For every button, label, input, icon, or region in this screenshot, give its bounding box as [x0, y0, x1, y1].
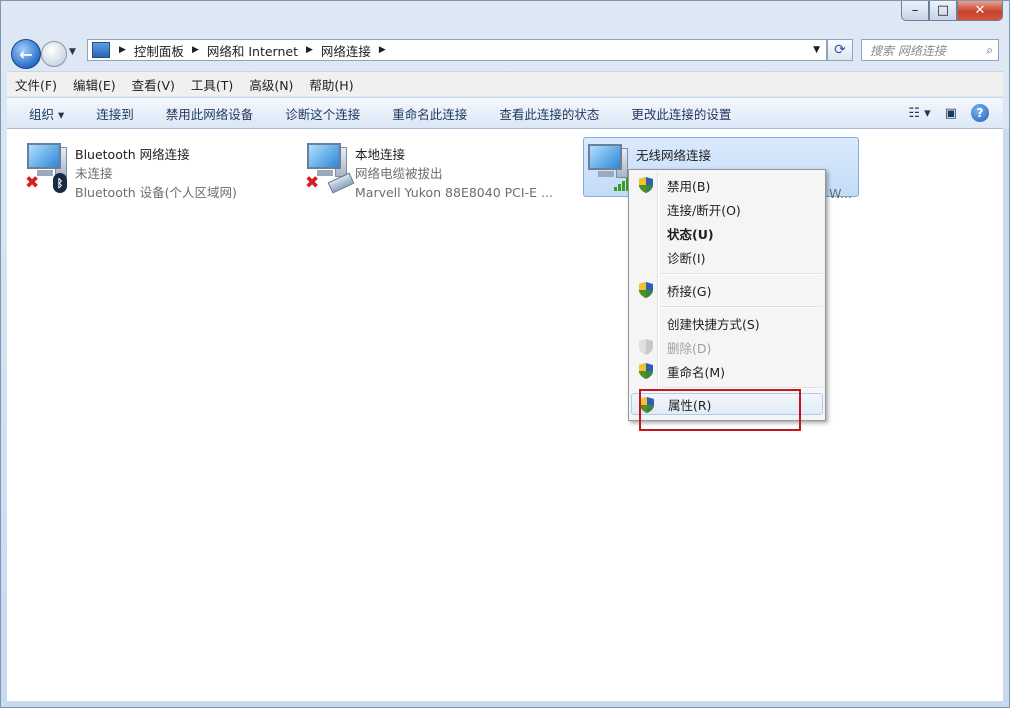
menu-item-rename[interactable]: 重命名(M) — [631, 360, 823, 382]
preview-pane-icon[interactable]: ▣ — [945, 106, 957, 121]
back-button[interactable]: ← — [11, 39, 41, 69]
disconnected-x-icon: ✖ — [305, 173, 320, 193]
search-placeholder: 搜索 网络连接 — [870, 43, 946, 58]
menu-item-label: 禁用(B) — [667, 178, 711, 194]
rename-button[interactable]: 重命名此连接 — [376, 104, 483, 123]
menu-bar: 文件(F) 编辑(E) 查看(V) 工具(T) 高级(N) 帮助(H) — [7, 71, 1003, 96]
connection-device: W... — [829, 186, 852, 201]
chevron-right-icon[interactable]: ▶ — [379, 45, 386, 55]
highlight-annotation-box — [639, 389, 801, 431]
menu-item-bridge[interactable]: 桥接(G) — [631, 279, 823, 301]
close-icon: ✕ — [974, 3, 986, 18]
change-settings-button[interactable]: 更改此连接的设置 — [615, 104, 747, 123]
refresh-button[interactable]: ⟳ — [827, 39, 853, 61]
maximize-button[interactable]: □ — [929, 1, 957, 21]
menu-item-label: 诊断(I) — [667, 250, 706, 266]
close-button[interactable]: ✕ — [957, 1, 1003, 21]
menu-separator — [661, 306, 822, 308]
control-panel-icon — [92, 42, 110, 58]
address-row: ← ▼ ▶ 控制面板 ▶ 网络和 Internet ▶ 网络连接 ▶ ▼ ⟳ 搜… — [1, 37, 1009, 69]
recent-pages-dropdown[interactable]: ▼ — [69, 47, 76, 57]
window-bottom-frame — [1, 701, 1009, 707]
menu-item-label: 状态(U) — [667, 226, 714, 242]
connection-bluetooth[interactable]: ✖ ᛒ Bluetooth 网络连接 未连接 Bluetooth 设备(个人区域… — [23, 137, 293, 200]
uac-shield-icon — [639, 339, 653, 355]
menu-item-status[interactable]: 状态(U) — [631, 222, 823, 244]
minimize-button[interactable]: – — [901, 1, 929, 21]
command-bar: 组织 ▾ 连接到 禁用此网络设备 诊断这个连接 重命名此连接 查看此连接的状态 … — [7, 97, 1003, 129]
menu-view[interactable]: 查看(V) — [124, 75, 183, 94]
menu-item-delete: 删除(D) — [631, 336, 823, 358]
window-controls: – □ ✕ — [901, 1, 1003, 21]
connection-name: 无线网络连接 — [636, 148, 712, 163]
menu-item-label: 删除(D) — [667, 340, 712, 356]
menu-item-label: 连接/断开(O) — [667, 202, 741, 218]
diagnose-button[interactable]: 诊断这个连接 — [269, 104, 376, 123]
context-menu: 禁用(B) 连接/断开(O) 状态(U) 诊断(I) 桥接(G) 创建快捷方式(… — [628, 169, 826, 421]
menu-separator — [661, 273, 822, 275]
explorer-window: – □ ✕ ← ▼ ▶ 控制面板 ▶ 网络和 Internet ▶ 网络连接 ▶… — [0, 0, 1010, 708]
menu-item-create-shortcut[interactable]: 创建快捷方式(S) — [631, 312, 823, 334]
connection-name: 本地连接 — [355, 147, 406, 162]
breadcrumb-control-panel[interactable]: 控制面板 — [134, 41, 184, 60]
address-bar[interactable]: ▶ 控制面板 ▶ 网络和 Internet ▶ 网络连接 ▶ ▼ — [87, 39, 827, 61]
arrow-left-icon: ← — [19, 44, 33, 64]
search-input[interactable]: 搜索 网络连接 ⌕ — [861, 39, 999, 61]
window-right-frame — [1003, 129, 1009, 701]
menu-advanced[interactable]: 高级(N) — [241, 75, 301, 94]
search-icon[interactable]: ⌕ — [986, 43, 993, 58]
command-bar-right: ☷ ▾ ▣ ? — [908, 104, 989, 122]
maximize-icon: □ — [936, 3, 950, 18]
chevron-right-icon[interactable]: ▶ — [192, 45, 199, 55]
menu-item-diagnose[interactable]: 诊断(I) — [631, 246, 823, 268]
connection-device: Marvell Yukon 88E8040 PCI-E ... — [355, 185, 553, 200]
menu-item-label: 重命名(M) — [667, 364, 726, 380]
chevron-right-icon[interactable]: ▶ — [306, 45, 313, 55]
address-dropdown-icon[interactable]: ▼ — [813, 45, 820, 55]
wifi-signal-icon — [614, 178, 629, 191]
uac-shield-icon — [639, 282, 653, 298]
chevron-right-icon[interactable]: ▶ — [119, 45, 126, 55]
connection-name: Bluetooth 网络连接 — [75, 147, 190, 162]
connection-status: 未连接 — [75, 166, 113, 181]
menu-item-label: 创建快捷方式(S) — [667, 316, 760, 332]
network-computer-icon: ✖ — [303, 137, 355, 195]
menu-help[interactable]: 帮助(H) — [301, 75, 361, 94]
organize-button[interactable]: 组织 ▾ — [7, 104, 80, 123]
minimize-icon: – — [911, 3, 919, 18]
connect-to-button[interactable]: 连接到 — [80, 104, 150, 123]
uac-shield-icon — [639, 177, 653, 193]
view-status-button[interactable]: 查看此连接的状态 — [483, 104, 615, 123]
connection-status: 网络电缆被拔出 — [355, 166, 443, 181]
menu-item-connect-disconnect[interactable]: 连接/断开(O) — [631, 198, 823, 220]
menu-file[interactable]: 文件(F) — [7, 75, 65, 94]
forward-button[interactable] — [41, 41, 67, 67]
connection-device: Bluetooth 设备(个人区域网) — [75, 185, 237, 200]
disconnected-x-icon: ✖ — [25, 173, 40, 193]
disable-device-button[interactable]: 禁用此网络设备 — [150, 104, 270, 123]
uac-shield-icon — [639, 363, 653, 379]
menu-item-disable[interactable]: 禁用(B) — [631, 174, 823, 196]
help-icon[interactable]: ? — [971, 104, 989, 122]
connections-list: ✖ ᛒ Bluetooth 网络连接 未连接 Bluetooth 设备(个人区域… — [7, 129, 1003, 701]
breadcrumb-network-internet[interactable]: 网络和 Internet — [207, 41, 298, 60]
connection-local[interactable]: ✖ 本地连接 网络电缆被拔出 Marvell Yukon 88E8040 PCI… — [303, 137, 579, 200]
menu-tools[interactable]: 工具(T) — [183, 75, 241, 94]
menu-item-label: 桥接(G) — [667, 283, 712, 299]
refresh-icon: ⟳ — [834, 42, 846, 58]
network-computer-icon: ✖ ᛒ — [23, 137, 75, 195]
view-options-icon[interactable]: ☷ ▾ — [908, 106, 930, 121]
bluetooth-icon: ᛒ — [53, 173, 67, 193]
breadcrumb-network-connections[interactable]: 网络连接 — [321, 41, 371, 60]
menu-edit[interactable]: 编辑(E) — [65, 75, 124, 94]
